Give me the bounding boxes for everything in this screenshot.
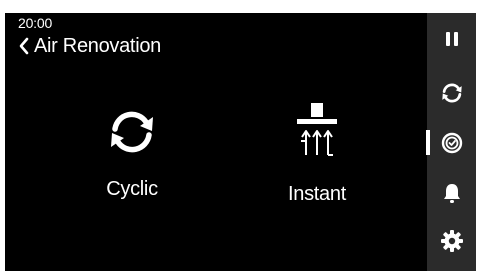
hood-extraction-icon <box>293 103 341 164</box>
settings-button[interactable] <box>427 223 476 263</box>
bell-button[interactable] <box>427 175 476 215</box>
pause-button[interactable] <box>427 21 476 61</box>
main-panel: 20:00 Air Renovation Cyclic Instant <box>5 13 427 271</box>
chevron-left-icon[interactable] <box>16 35 32 57</box>
device-screen: 20:00 Air Renovation Cyclic Instant <box>5 13 476 271</box>
sidebar <box>427 13 476 271</box>
page-title: Air Renovation <box>34 34 161 57</box>
mode-cyclic-label: Cyclic <box>106 178 158 200</box>
timer-button[interactable] <box>427 125 476 165</box>
cycle-icon <box>440 82 464 109</box>
gear-icon <box>440 229 464 258</box>
mode-instant-button[interactable]: Instant <box>257 103 377 206</box>
bell-icon <box>442 182 462 209</box>
header[interactable]: Air Renovation <box>16 32 161 60</box>
timer-icon <box>441 132 463 159</box>
pause-icon <box>444 31 460 52</box>
status-time: 20:00 <box>18 15 53 31</box>
cycle-button[interactable] <box>427 75 476 115</box>
mode-instant-label: Instant <box>288 183 346 205</box>
cycle-arrows-icon <box>106 109 158 160</box>
mode-cyclic-button[interactable]: Cyclic <box>72 109 192 201</box>
active-indicator <box>426 130 430 155</box>
